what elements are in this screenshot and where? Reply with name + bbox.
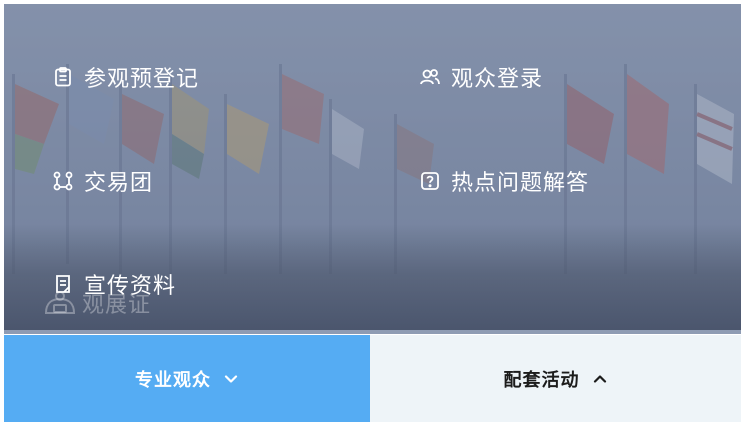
users-icon — [419, 66, 441, 88]
badge-watermark-text: 观展证 — [82, 293, 152, 318]
clipboard-icon — [52, 66, 74, 88]
badge-watermark: 观展证 — [42, 287, 151, 319]
exhibition-menu-card: 参观预登记 观众登录 交易团 热点问题解答 宣传资料 观展证 专业观众 配套活动 — [4, 4, 741, 422]
menu-item-label: 交易团 — [84, 171, 154, 196]
question-icon — [419, 170, 441, 192]
menu-item-faq[interactable]: 热点问题解答 — [419, 163, 589, 199]
group-network-icon — [52, 170, 74, 192]
menu-item-visitor-login[interactable]: 观众登录 — [419, 59, 543, 95]
chevron-down-icon — [223, 371, 239, 387]
category-tabs: 专业观众 配套活动 — [4, 335, 741, 422]
menu-item-pre-registration[interactable]: 参观预登记 — [52, 59, 199, 95]
tab-label: 专业观众 — [135, 369, 211, 391]
badge-watermark-icon — [44, 291, 76, 314]
menu-item-trade-delegation[interactable]: 交易团 — [52, 163, 153, 199]
menu-item-label: 观众登录 — [451, 67, 544, 92]
tab-supporting-activities[interactable]: 配套活动 — [370, 335, 741, 422]
tab-label: 配套活动 — [503, 369, 580, 391]
menu-item-label: 参观预登记 — [84, 67, 200, 92]
hero-banner: 参观预登记 观众登录 交易团 热点问题解答 宣传资料 观展证 — [4, 4, 741, 334]
tab-professional-visitors[interactable]: 专业观众 — [4, 335, 370, 422]
menu-item-label: 热点问题解答 — [451, 171, 590, 196]
chevron-up-icon — [592, 371, 608, 387]
hero-divider — [4, 330, 741, 334]
